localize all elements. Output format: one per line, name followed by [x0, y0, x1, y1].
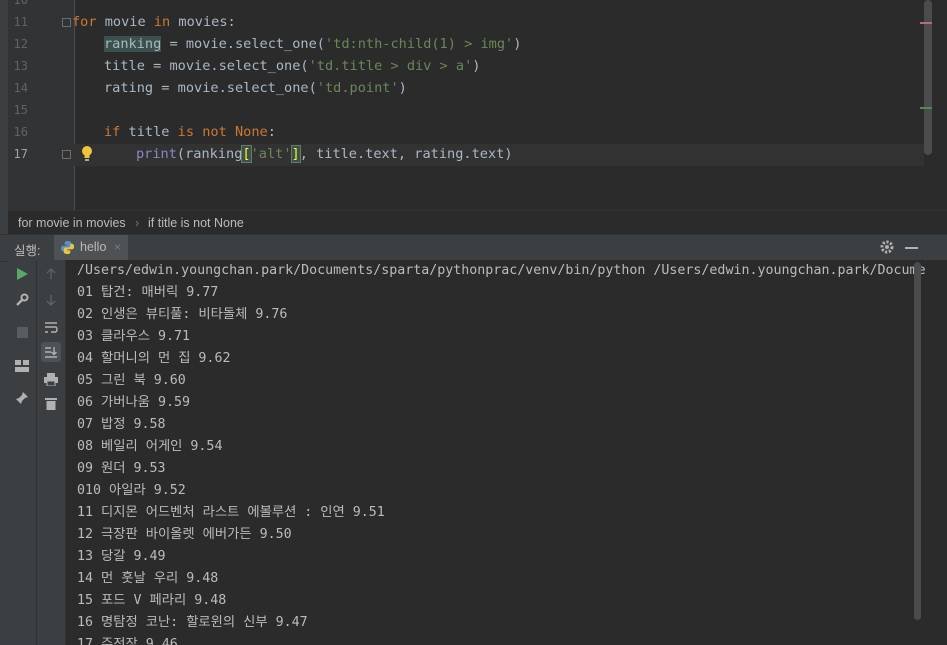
console-line: 05 그린 북 9.60	[77, 373, 186, 388]
code-text: (	[176, 146, 186, 162]
code-line-14[interactable]: rating = movie.select_one('td.point')	[104, 77, 407, 99]
scroll-to-end-icon[interactable]	[41, 342, 61, 362]
console-line: 11 디지몬 어드벤처 라스트 에볼루션 : 인연 9.51	[77, 505, 385, 520]
editor-gutter: 10 11 12 13 14 15 16 17	[8, 0, 66, 210]
console-line: 08 베일리 어게인 9.54	[77, 439, 223, 454]
breadcrumb-item[interactable]: if title is not None	[148, 211, 244, 235]
line-number: 11	[13, 15, 28, 29]
change-stripe-marker[interactable]	[920, 107, 932, 109]
keyword: None	[234, 124, 268, 140]
identifier: movie	[104, 14, 146, 30]
run-panel-label: 실행:	[14, 244, 41, 258]
arrow-down-icon[interactable]	[41, 290, 61, 310]
bracket-match: ]	[290, 145, 301, 163]
console-line: 16 명탐정 코난: 할로윈의 신부 9.47	[77, 615, 308, 630]
console-line: 09 원더 9.53	[77, 461, 166, 476]
code-text: :	[267, 124, 276, 140]
identifier: movies:	[178, 14, 236, 30]
identifier: ranking	[185, 146, 243, 162]
fold-toggle-icon[interactable]	[62, 150, 71, 159]
run-toolbar-primary	[8, 260, 37, 645]
console-line: 14 먼 훗날 우리 9.48	[77, 571, 219, 586]
code-line-16[interactable]: if title is not None:	[104, 121, 276, 143]
run-console[interactable]: /Users/edwin.youngchan.park/Documents/sp…	[66, 260, 925, 645]
console-line: 02 인생은 뷰티풀: 비타돌체 9.76	[77, 307, 288, 322]
keyword: not	[202, 124, 227, 140]
console-line: 01 탑건: 매버릭 9.77	[77, 285, 219, 300]
identifier-highlighted: ranking	[104, 36, 162, 52]
console-line: 07 밥정 9.58	[77, 417, 166, 432]
run-tab-label: hello	[80, 240, 107, 254]
gear-icon[interactable]	[878, 238, 896, 256]
keyword: if	[104, 124, 121, 140]
code-text: title = movie.select_one(	[104, 58, 309, 74]
code-line-17[interactable]: print(ranking['alt'], title.text, rating…	[136, 143, 513, 165]
close-icon[interactable]: ×	[114, 240, 121, 254]
fold-toggle-icon[interactable]	[62, 18, 71, 27]
line-number: 10	[13, 0, 28, 7]
string-literal: 'td.point'	[316, 80, 399, 96]
code-text: )	[513, 36, 522, 52]
bracket-match: [	[241, 145, 252, 163]
keyword: in	[153, 14, 171, 30]
console-line: 04 할머니의 먼 집 9.62	[77, 351, 231, 366]
run-panel-header: 실행: hello ×	[0, 234, 947, 262]
console-command-line: /Users/edwin.youngchan.park/Documents/sp…	[77, 263, 925, 278]
code-line-11[interactable]: for movie in movies:	[72, 11, 236, 33]
console-line: 12 극장판 바이올렛 에버가든 9.50	[77, 527, 292, 542]
line-number-current: 17	[13, 147, 28, 161]
line-number: 13	[13, 59, 28, 73]
console-line: 17 주전장 9.46	[77, 637, 178, 645]
breadcrumb: for movie in movies › if title is not No…	[8, 210, 947, 235]
line-number: 12	[13, 37, 28, 51]
builtin-function: print	[136, 146, 177, 162]
trash-icon[interactable]	[41, 393, 61, 413]
code-text: )	[504, 146, 513, 162]
layout-icon[interactable]	[12, 356, 32, 376]
console-line: 13 당갈 9.49	[77, 549, 166, 564]
python-icon	[60, 240, 75, 255]
run-tab-hello[interactable]: hello ×	[54, 235, 128, 261]
line-number: 14	[13, 81, 28, 95]
arrow-up-icon[interactable]	[41, 264, 61, 284]
pin-icon[interactable]	[12, 388, 32, 408]
line-number: 15	[13, 103, 28, 117]
print-icon[interactable]	[41, 369, 61, 389]
code-text: rating = movie.select_one(	[104, 80, 317, 96]
keyword: is	[177, 124, 195, 140]
breadcrumb-separator: ›	[135, 216, 140, 230]
lightbulb-icon[interactable]	[80, 145, 94, 163]
code-text: )	[472, 58, 481, 74]
run-icon[interactable]	[12, 264, 32, 284]
stop-icon[interactable]	[12, 322, 32, 342]
string-literal: 'td.title > div > a'	[308, 58, 473, 74]
identifier: title	[120, 124, 178, 140]
console-line: 010 아일라 9.52	[77, 483, 186, 498]
string-literal: 'alt'	[250, 146, 292, 162]
console-scrollbar[interactable]	[914, 262, 921, 620]
code-editor[interactable]: 10 11 12 13 14 15 16 17 for movie in mov…	[8, 0, 947, 210]
console-line: 06 가버나움 9.59	[77, 395, 190, 410]
soft-wrap-icon[interactable]	[41, 317, 61, 337]
console-line: 03 클라우스 9.71	[77, 329, 190, 344]
run-toolbar-secondary	[37, 260, 66, 645]
console-scroll-track	[926, 260, 947, 645]
code-line-12[interactable]: ranking = movie.select_one('td:nth-child…	[104, 33, 521, 55]
error-stripe-marker[interactable]	[920, 22, 932, 24]
code-text: , title.text, rating.text	[299, 146, 505, 162]
keyword: for	[72, 14, 97, 30]
line-number: 16	[13, 125, 28, 139]
string-literal: 'td:nth-child(1) > img'	[324, 36, 514, 52]
code-text: )	[398, 80, 407, 96]
console-line: 15 포드 V 페라리 9.48	[77, 593, 227, 608]
wrench-icon[interactable]	[12, 290, 32, 310]
breadcrumb-item[interactable]: for movie in movies	[18, 211, 126, 235]
minimize-icon[interactable]	[905, 247, 918, 249]
code-text: = movie.select_one(	[161, 36, 325, 52]
code-line-13[interactable]: title = movie.select_one('td.title > div…	[104, 55, 480, 77]
